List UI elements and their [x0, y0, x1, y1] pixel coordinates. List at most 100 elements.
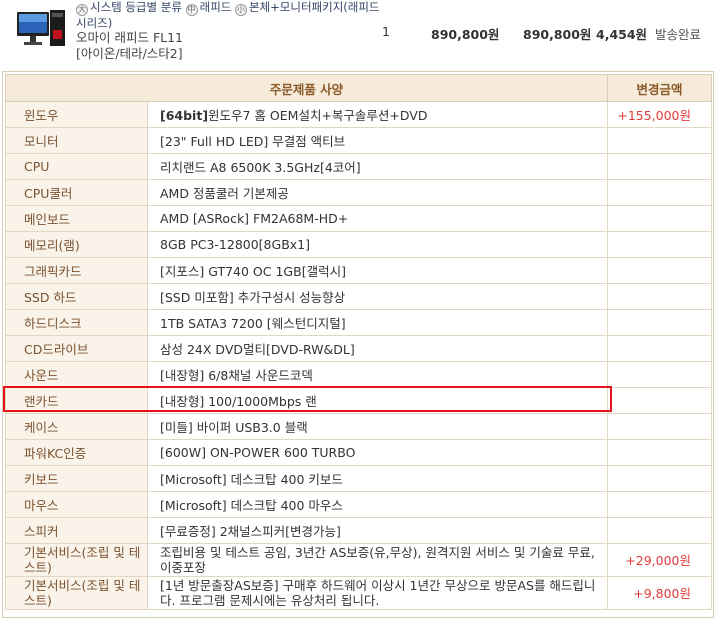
- spec-price-change: [607, 127, 713, 154]
- quantity: 1: [382, 24, 390, 39]
- spec-label: 키보드: [5, 465, 148, 492]
- spec-price-change: [607, 517, 713, 544]
- spec-value-text: 윈도우7 홈 OEM설치+복구솔루션+DVD: [208, 108, 428, 123]
- category-icon: 大: [76, 4, 88, 16]
- spec-price-change: [607, 465, 713, 492]
- spec-value-text: AMD [ASRock] FM2A68M-HD+: [160, 211, 349, 226]
- product-thumbnail[interactable]: [16, 8, 66, 50]
- category-level-1[interactable]: 시스템 등급별 분류: [90, 0, 182, 14]
- spec-column-header: 주문제품 사양: [4, 74, 609, 102]
- spec-price-change: [607, 491, 713, 518]
- spec-value: [600W] ON-POWER 600 TURBO: [146, 439, 609, 466]
- spec-label: 마우스: [5, 491, 148, 518]
- spec-row: 메모리(램) 8GB PC3-12800[8GBx1]: [5, 231, 713, 258]
- spec-label: CPU: [5, 153, 148, 180]
- spec-label: SSD 하드: [5, 283, 148, 310]
- spec-label: 모니터: [5, 127, 148, 154]
- spec-row: 메인보드 AMD [ASRock] FM2A68M-HD+: [5, 205, 713, 232]
- spec-value-text: 조립비용 및 테스트 공임, 3년간 AS보증(유,무상), 원격지원 서비스 …: [160, 545, 595, 575]
- spec-value: 조립비용 및 테스트 공임, 3년간 AS보증(유,무상), 원격지원 서비스 …: [146, 543, 609, 577]
- spec-price-change: [607, 153, 713, 180]
- spec-row: CPU쿨러 AMD 정품쿨러 기본제공: [5, 179, 713, 206]
- spec-label: 윈도우: [5, 101, 148, 128]
- spec-value: AMD [ASRock] FM2A68M-HD+: [146, 205, 609, 232]
- total-price: 890,800원: [523, 27, 592, 42]
- spec-value: 리치랜드 A8 6500K 3.5GHz[4코어]: [146, 153, 609, 180]
- spec-price-change: [607, 283, 713, 310]
- spec-row: CPU 리치랜드 A8 6500K 3.5GHz[4코어]: [5, 153, 713, 180]
- spec-label: 스피커: [5, 517, 148, 544]
- product-subtitle: [아이온/테라/스타2]: [76, 46, 183, 61]
- spec-price-change: [607, 231, 713, 258]
- spec-value-bold: [64bit]: [160, 108, 209, 123]
- spec-value: AMD 정품쿨러 기본제공: [146, 179, 609, 206]
- spec-value: 1TB SATA3 7200 [웨스턴디지털]: [146, 309, 609, 336]
- spec-value: [64bit]윈도우7 홈 OEM설치+복구솔루션+DVD: [146, 101, 609, 128]
- spec-value: [1년 방문출장AS보증] 구매후 하드웨어 이상시 1년간 무상으로 방문AS…: [146, 576, 609, 610]
- product-name[interactable]: 오마이 래피드 FL11: [76, 30, 183, 46]
- spec-value-text: [600W] ON-POWER 600 TURBO: [160, 445, 356, 460]
- spec-value-text: [Microsoft] 데스크탑 400 마우스: [160, 498, 343, 513]
- spec-value-text: [내장형] 6/8채널 사운드코덱: [160, 368, 313, 383]
- spec-row: CD드라이브 삼성 24X DVD멀티[DVD-RW&DL]: [5, 335, 713, 362]
- spec-row: 스피커 [무료증정] 2채널스피커[변경가능]: [5, 517, 713, 544]
- spec-value-text: 삼성 24X DVD멀티[DVD-RW&DL]: [160, 342, 355, 357]
- spec-value: 8GB PC3-12800[8GBx1]: [146, 231, 609, 258]
- spec-table: 주문제품 사양 변경금액 윈도우 [64bit]윈도우7 홈 OEM설치+복구솔루…: [4, 74, 713, 610]
- spec-label: 사운드: [5, 361, 148, 388]
- spec-price-change: [607, 439, 713, 466]
- spec-price-change: [607, 413, 713, 440]
- spec-label: 케이스: [5, 413, 148, 440]
- spec-label: 기본서비스(조립 및 테스트): [5, 576, 148, 610]
- spec-value-text: 8GB PC3-12800[8GBx1]: [160, 237, 310, 252]
- price-change-column-header: 변경금액: [607, 74, 713, 102]
- spec-row: 마우스 [Microsoft] 데스크탑 400 마우스: [5, 491, 713, 518]
- spec-value-text: [Microsoft] 데스크탑 400 키보드: [160, 472, 343, 487]
- spec-row: 케이스 [미들] 바이퍼 USB3.0 블랙: [5, 413, 713, 440]
- spec-row: 키보드 [Microsoft] 데스크탑 400 키보드: [5, 465, 713, 492]
- spec-price-change: [607, 205, 713, 232]
- spec-value-text: 1TB SATA3 7200 [웨스턴디지털]: [160, 316, 346, 331]
- spec-row: 사운드 [내장형] 6/8채널 사운드코덱: [5, 361, 713, 388]
- spec-row: 기본서비스(조립 및 테스트) [1년 방문출장AS보증] 구매후 하드웨어 이상…: [5, 576, 713, 610]
- spec-value-text: [무료증정] 2채널스피커[변경가능]: [160, 524, 341, 539]
- spec-table-container: 주문제품 사양 변경금액 윈도우 [64bit]윈도우7 홈 OEM설치+복구솔루…: [2, 71, 714, 618]
- unit-price: 890,800원: [431, 27, 500, 42]
- spec-label: 그래픽카드: [5, 257, 148, 284]
- spec-price-change: [607, 309, 713, 336]
- spec-label: CD드라이브: [5, 335, 148, 362]
- spec-value: [SSD 미포함] 추가구성시 성능향상: [146, 283, 609, 310]
- spec-value-text: [지포스] GT740 OC 1GB[갤럭시]: [160, 264, 346, 279]
- category-icon: 中: [185, 4, 198, 16]
- category-path: 大 시스템 등급별 분류 中 래피드 小 본체+모니터패키지(래피드시리즈): [76, 0, 382, 31]
- spec-price-change: +9,800원: [607, 576, 713, 610]
- category-icon: 小: [235, 4, 248, 16]
- spec-value: [내장형] 100/1000Mbps 랜: [146, 387, 609, 414]
- spec-price-change: [607, 335, 713, 362]
- spec-value-text: [SSD 미포함] 추가구성시 성능향상: [160, 290, 346, 305]
- spec-price-change: [607, 361, 713, 388]
- spec-label: 기본서비스(조립 및 테스트): [5, 543, 148, 577]
- spec-value: [내장형] 6/8채널 사운드코덱: [146, 361, 609, 388]
- spec-row: 그래픽카드 [지포스] GT740 OC 1GB[갤럭시]: [5, 257, 713, 284]
- spec-value-text: [1년 방문출장AS보증] 구매후 하드웨어 이상시 1년간 무상으로 방문AS…: [160, 578, 596, 608]
- spec-value: [지포스] GT740 OC 1GB[갤럭시]: [146, 257, 609, 284]
- spec-row: 모니터 [23" Full HD LED] 무결점 액티브: [5, 127, 713, 154]
- spec-value: [미들] 바이퍼 USB3.0 블랙: [146, 413, 609, 440]
- spec-label: 메모리(램): [5, 231, 148, 258]
- spec-value-text: [23" Full HD LED] 무결점 액티브: [160, 134, 346, 149]
- reward-points: 4,454원: [596, 27, 648, 42]
- spec-value-text: [미들] 바이퍼 USB3.0 블랙: [160, 420, 308, 435]
- spec-value-text: AMD 정품쿨러 기본제공: [160, 186, 289, 201]
- spec-price-change: +29,000원: [607, 543, 713, 577]
- spec-value: [무료증정] 2채널스피커[변경가능]: [146, 517, 609, 544]
- spec-row: 랜카드 [내장형] 100/1000Mbps 랜: [5, 387, 713, 414]
- spec-row: 윈도우 [64bit]윈도우7 홈 OEM설치+복구솔루션+DVD +155,000…: [5, 101, 713, 128]
- spec-label: 메인보드: [5, 205, 148, 232]
- spec-price-change: +155,000원: [607, 101, 713, 128]
- spec-value-text: [내장형] 100/1000Mbps 랜: [160, 394, 317, 409]
- spec-price-change: [607, 387, 713, 414]
- category-level-2[interactable]: 래피드: [200, 0, 232, 14]
- spec-value: [Microsoft] 데스크탑 400 키보드: [146, 465, 609, 492]
- spec-row: 기본서비스(조립 및 테스트) 조립비용 및 테스트 공임, 3년간 AS보증(유…: [5, 543, 713, 577]
